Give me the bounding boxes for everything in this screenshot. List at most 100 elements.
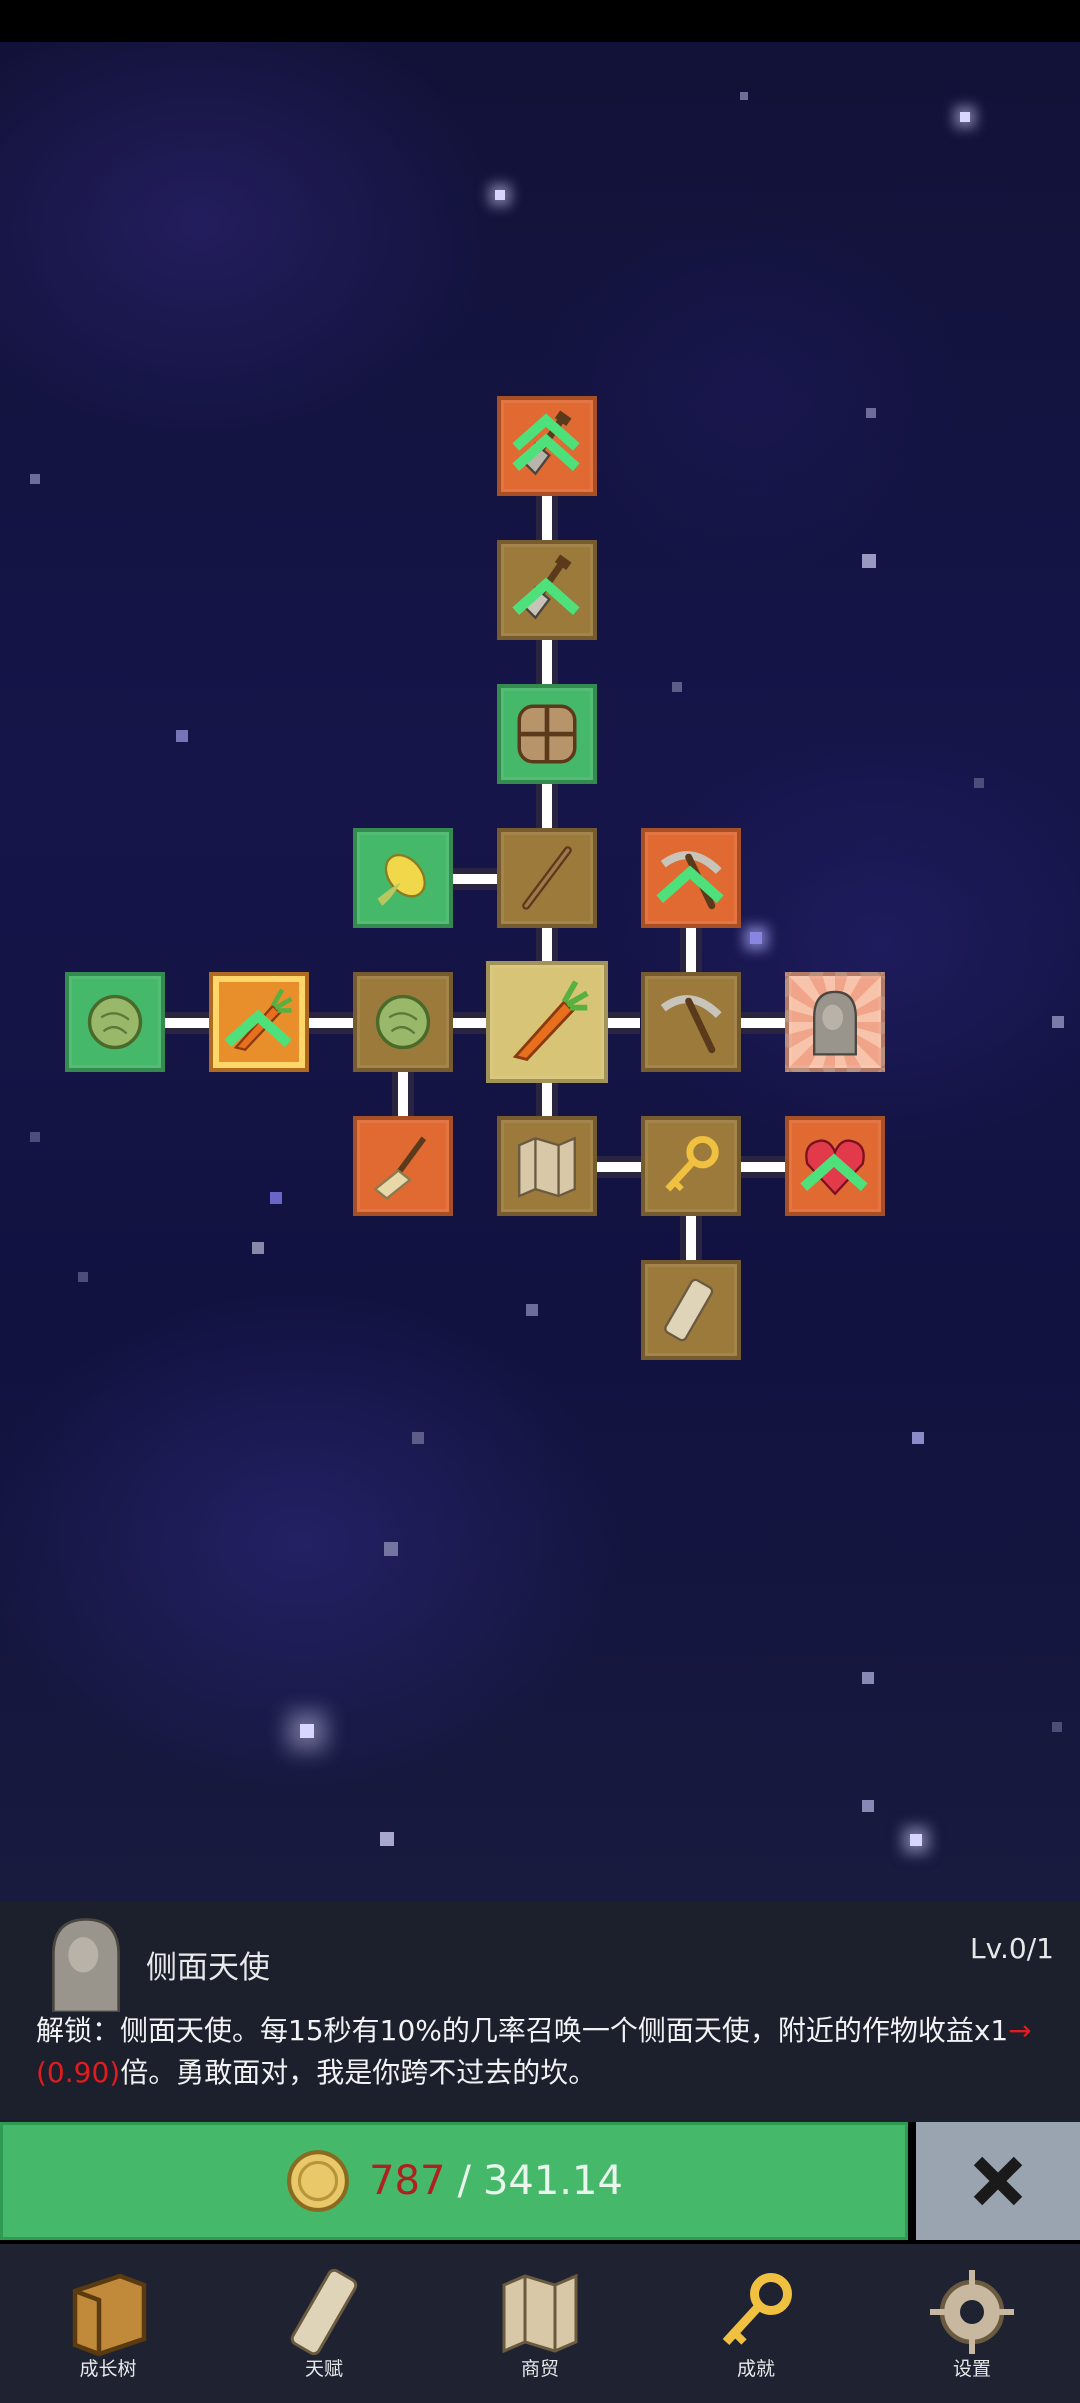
cabbage-icon xyxy=(87,994,143,1050)
star xyxy=(862,1672,874,1684)
tree-connector xyxy=(536,782,558,830)
key-icon xyxy=(722,2273,792,2346)
star xyxy=(30,1132,40,1142)
nav-label: 成就 xyxy=(736,2358,775,2380)
corn-icon xyxy=(377,853,426,906)
star xyxy=(750,932,762,944)
tree-connector xyxy=(392,1070,414,1118)
tree-node-carrot-root[interactable] xyxy=(486,961,608,1083)
star xyxy=(300,1724,314,1738)
carrot-icon xyxy=(512,980,589,1061)
tree-node-side-angel[interactable] xyxy=(785,972,885,1072)
backpack-icon xyxy=(517,704,577,764)
nav-label: 设置 xyxy=(952,2358,991,2380)
map-icon xyxy=(518,1136,576,1198)
star xyxy=(526,1304,538,1316)
skill-arrow: → xyxy=(1008,2014,1032,2047)
nav-label: 天赋 xyxy=(304,2358,343,2380)
upgrade-arrow-icon xyxy=(800,1153,868,1191)
tree-node-scroll[interactable] xyxy=(641,1260,741,1360)
tree-node-key[interactable] xyxy=(641,1116,741,1216)
tree-node-carrot-highlight[interactable] xyxy=(209,972,309,1072)
tree-node-pickaxe-upgrade[interactable] xyxy=(641,828,741,928)
star xyxy=(960,112,970,122)
tree-node-cabbage[interactable] xyxy=(353,972,453,1072)
tree-node-pickaxe[interactable] xyxy=(641,972,741,1072)
skill-info-panel: 侧面天使 Lv.0/1 解锁：侧面天使。每15秒有10%的几率召唤一个侧面天使，… xyxy=(0,1902,1080,2122)
star xyxy=(270,1192,282,1204)
tree-connector xyxy=(536,494,558,542)
star xyxy=(910,1834,922,1846)
skill-name: 侧面天使 xyxy=(146,1950,270,1986)
coin-icon xyxy=(287,2150,350,2212)
scroll-icon xyxy=(290,2268,358,2356)
broom-icon xyxy=(373,1136,427,1200)
star xyxy=(740,92,748,100)
star xyxy=(384,1542,398,1556)
tree-connector xyxy=(738,1156,786,1178)
tree-connector xyxy=(604,1012,640,1034)
star xyxy=(30,474,40,484)
tree-connector xyxy=(536,638,558,686)
nav-item-settings[interactable]: 设置 xyxy=(864,2244,1080,2403)
tree-connector xyxy=(680,1214,702,1262)
cabbage-icon xyxy=(375,994,431,1050)
nav-item-trade[interactable]: 商贸 xyxy=(432,2244,648,2403)
cost-separator: / xyxy=(457,2158,471,2204)
tree-node-backpack[interactable] xyxy=(497,684,597,784)
purchase-button[interactable]: 787 / 341.14 xyxy=(0,2122,908,2240)
skill-description-text: 解锁：侧面天使。每15秒有10%的几率召唤一个侧面天使，附近的作物收益x1 xyxy=(36,2014,1009,2047)
star xyxy=(495,190,505,200)
key-icon xyxy=(665,1135,719,1192)
star xyxy=(862,1800,874,1812)
upgrade-arrow-icon xyxy=(224,1009,292,1047)
nav-item-achievement[interactable]: 成就 xyxy=(648,2244,864,2403)
tree-connector xyxy=(594,1156,642,1178)
skill-description-suffix: 倍。勇敢面对，我是你跨不过去的坎。 xyxy=(120,2056,597,2089)
skill-new-value: (0.90) xyxy=(36,2056,121,2089)
tree-node-shovel[interactable] xyxy=(497,540,597,640)
pickaxe-icon xyxy=(660,995,722,1054)
star xyxy=(176,730,188,742)
book-icon xyxy=(72,2273,147,2357)
status-bar xyxy=(0,0,1080,42)
map-icon xyxy=(502,2273,578,2354)
skill-description: 解锁：侧面天使。每15秒有10%的几率召唤一个侧面天使，附近的作物收益x1→ (0… xyxy=(36,2010,1066,2094)
tree-node-shovel-upgrade[interactable] xyxy=(497,396,597,496)
star xyxy=(1052,1016,1064,1028)
star xyxy=(78,1272,88,1282)
close-button[interactable] xyxy=(916,2122,1080,2240)
upgrade-arrow-icon xyxy=(656,865,724,903)
tree-connector xyxy=(738,1012,786,1034)
close-icon xyxy=(973,2156,1023,2206)
tree-node-stick[interactable] xyxy=(497,828,597,928)
bottom-nav: 成长树 天赋 商贸 成就 设置 xyxy=(0,2244,1080,2403)
tree-node-cabbage-unlocked[interactable] xyxy=(65,972,165,1072)
nav-label: 成长树 xyxy=(79,2358,137,2380)
tree-node-broom[interactable] xyxy=(353,1116,453,1216)
star xyxy=(862,554,876,568)
nav-item-growth-tree[interactable]: 成长树 xyxy=(0,2244,216,2403)
star xyxy=(672,682,682,692)
tree-node-corn[interactable] xyxy=(353,828,453,928)
tree-connector xyxy=(450,1012,488,1034)
tree-node-heart[interactable] xyxy=(785,1116,885,1216)
nav-label: 商贸 xyxy=(520,2358,559,2380)
tree-connector xyxy=(536,1082,558,1118)
tree-connector xyxy=(450,868,498,890)
angel-statue-icon xyxy=(813,990,857,1056)
angel-statue-icon xyxy=(51,1918,121,2012)
tree-connector xyxy=(680,926,702,974)
skill-tree-canvas[interactable] xyxy=(0,42,1080,1902)
upgrade-cost: 341.14 xyxy=(482,2158,623,2204)
star xyxy=(912,1432,924,1444)
tree-node-map[interactable] xyxy=(497,1116,597,1216)
scroll-icon xyxy=(664,1278,714,1342)
tree-connector xyxy=(306,1012,354,1034)
star xyxy=(974,778,984,788)
nav-item-talent[interactable]: 天赋 xyxy=(216,2244,432,2403)
skill-level: Lv.0/1 xyxy=(970,1932,1054,1965)
tree-connector xyxy=(162,1012,210,1034)
star xyxy=(866,408,876,418)
star xyxy=(380,1832,394,1846)
